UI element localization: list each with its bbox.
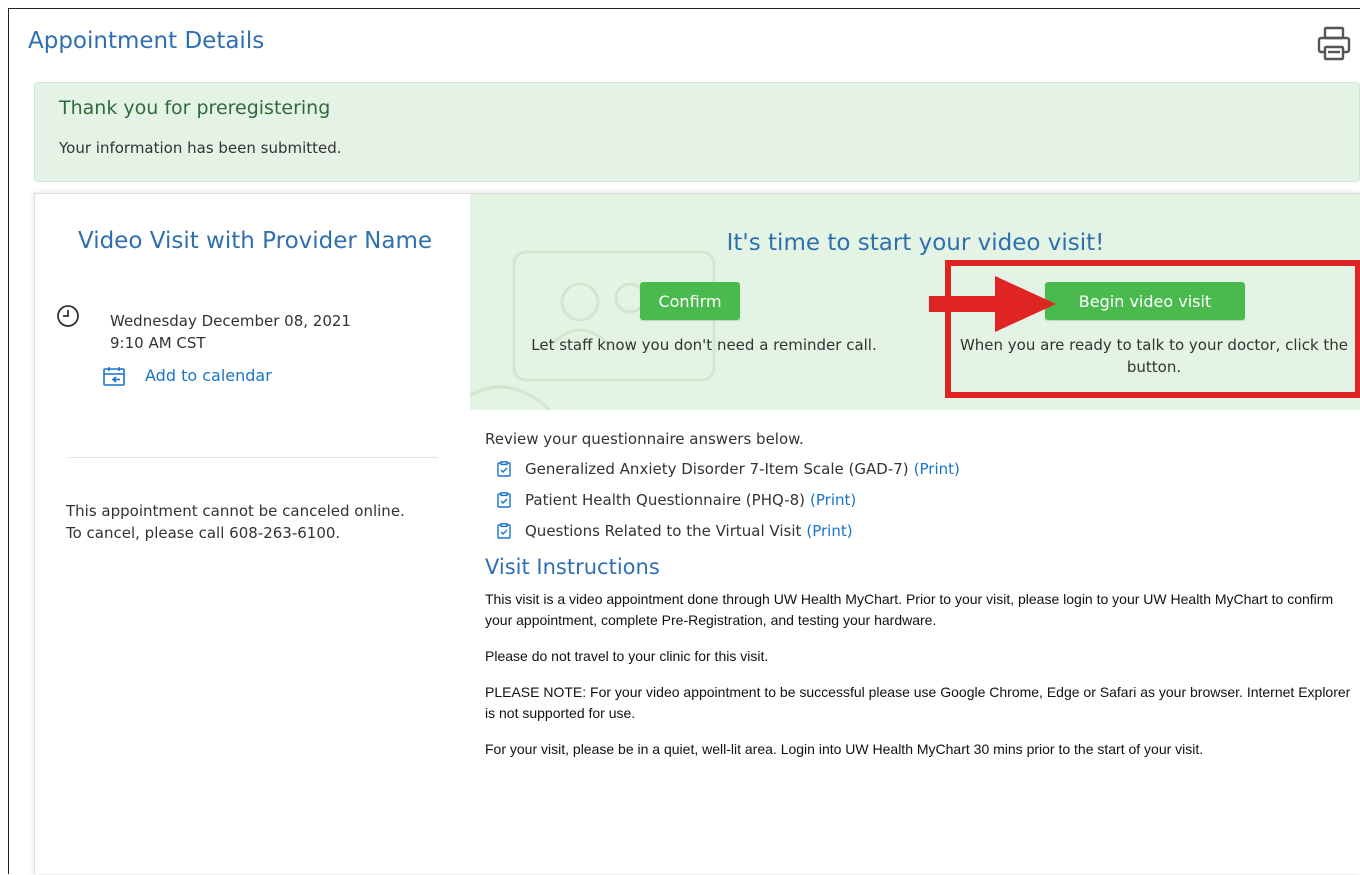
list-item: Questions Related to the Virtual Visit (…	[497, 522, 1355, 540]
preregistration-banner: Thank you for preregistering Your inform…	[34, 82, 1360, 182]
instruction-paragraph: This visit is a video appointment done t…	[485, 591, 1334, 628]
questionnaire-name: Questions Related to the Virtual Visit	[525, 522, 802, 540]
appointment-detail-column: It's time to start your video visit! Con…	[470, 194, 1360, 875]
instruction-paragraph: For your visit, please be in a quiet, we…	[485, 741, 1204, 757]
visit-datetime: Wednesday December 08, 2021 9:10 AM CST	[110, 310, 351, 354]
banner-subtitle: Your information has been submitted.	[59, 139, 342, 157]
red-arrow-icon	[929, 276, 1056, 332]
page-title: Appointment Details	[28, 28, 265, 54]
questionnaire-name: Patient Health Questionnaire (PHQ-8)	[525, 491, 806, 509]
confirm-note: Let staff know you don't need a reminder…	[531, 336, 877, 354]
video-visit-heading: It's time to start your video visit!	[726, 230, 1105, 256]
clipboard-check-icon	[497, 492, 511, 508]
appointment-card: Video Visit with Provider Name Wednesday…	[34, 193, 1360, 874]
video-visit-action-panel: It's time to start your video visit! Con…	[470, 194, 1360, 410]
add-to-calendar-link[interactable]: Add to calendar	[145, 366, 272, 385]
cancel-note: This appointment cannot be canceled onli…	[66, 502, 405, 542]
print-link[interactable]: (Print)	[914, 460, 960, 478]
questionnaire-intro: Review your questionnaire answers below.	[485, 430, 804, 448]
list-item: Generalized Anxiety Disorder 7-Item Scal…	[497, 460, 1355, 478]
instruction-paragraph: Please do not travel to your clinic for …	[485, 648, 769, 664]
questionnaire-name: Generalized Anxiety Disorder 7-Item Scal…	[525, 460, 909, 478]
appointment-summary: Video Visit with Provider Name Wednesday…	[35, 194, 469, 875]
clipboard-check-icon	[497, 523, 511, 539]
print-link[interactable]: (Print)	[810, 491, 856, 509]
divider	[68, 457, 438, 458]
visit-instructions-title: Visit Instructions	[485, 555, 660, 579]
visit-date: Wednesday December 08, 2021	[110, 312, 351, 330]
instruction-paragraph: PLEASE NOTE: For your video appointment …	[485, 684, 1351, 721]
questionnaire-list: Generalized Anxiety Disorder 7-Item Scal…	[485, 460, 1355, 540]
visit-details: Review your questionnaire answers below.…	[485, 430, 1355, 775]
print-link[interactable]: (Print)	[806, 522, 852, 540]
visit-time: 9:10 AM CST	[110, 334, 206, 352]
visit-title: Video Visit with Provider Name	[77, 228, 433, 254]
clock-icon	[57, 305, 79, 327]
banner-title: Thank you for preregistering	[59, 97, 331, 119]
printer-icon[interactable]	[1316, 24, 1352, 64]
calendar-add-icon[interactable]	[103, 366, 125, 386]
confirm-button[interactable]: Confirm	[640, 282, 740, 320]
clipboard-check-icon	[497, 461, 511, 477]
list-item: Patient Health Questionnaire (PHQ-8) (Pr…	[497, 491, 1355, 509]
